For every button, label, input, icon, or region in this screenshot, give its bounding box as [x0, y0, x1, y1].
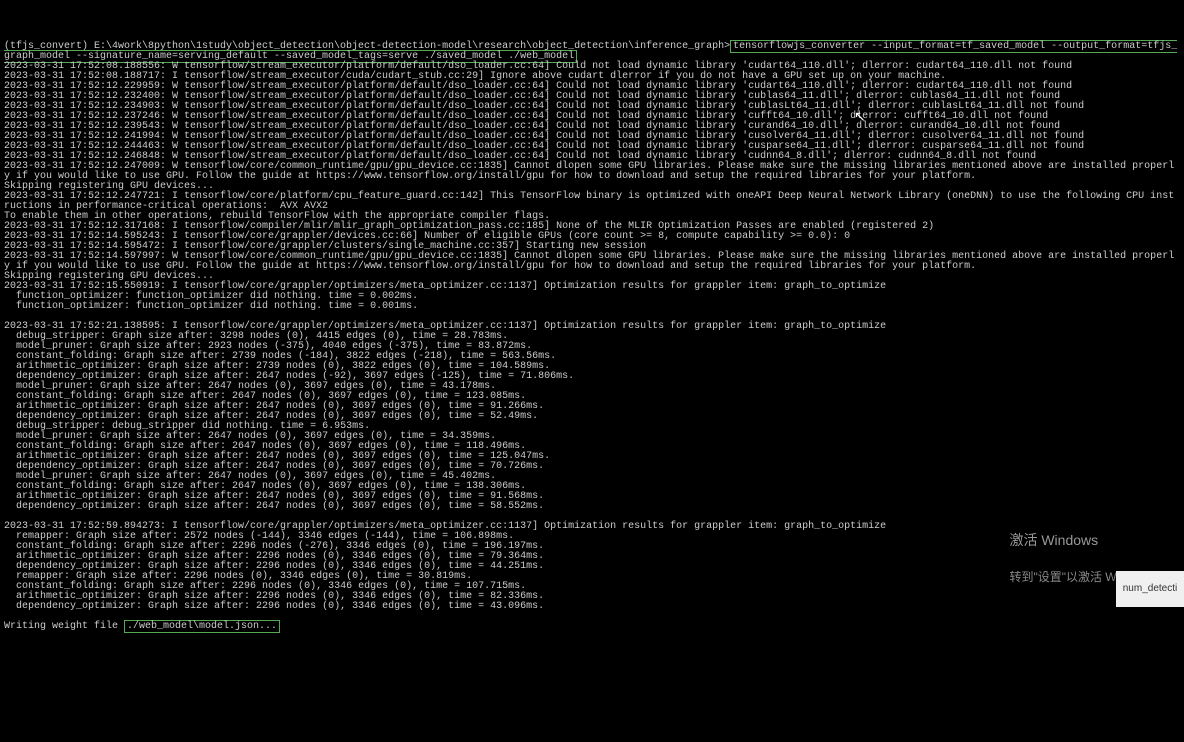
log-line: 2023-03-31 17:52:12.247721: I tensorflow…: [4, 191, 1174, 212]
terminal-output[interactable]: (tfjs_convert) E:\4work\8python\1study\o…: [4, 42, 1180, 632]
log-line: function_optimizer: function_optimizer d…: [4, 301, 418, 312]
output-file-path: ./web_model\model.json...: [124, 620, 280, 633]
log-line: dependency_optimizer: Graph size after: …: [4, 501, 544, 512]
panel-text: num_detecti: [1123, 584, 1177, 594]
side-panel-snippet: num_detecti: [1116, 571, 1184, 607]
log-line: 2023-03-31 17:52:14.597997: W tensorflow…: [4, 251, 1174, 272]
writing-label: Writing weight file: [4, 621, 124, 632]
log-line: 2023-03-31 17:52:12.247009: W tensorflow…: [4, 161, 1174, 182]
